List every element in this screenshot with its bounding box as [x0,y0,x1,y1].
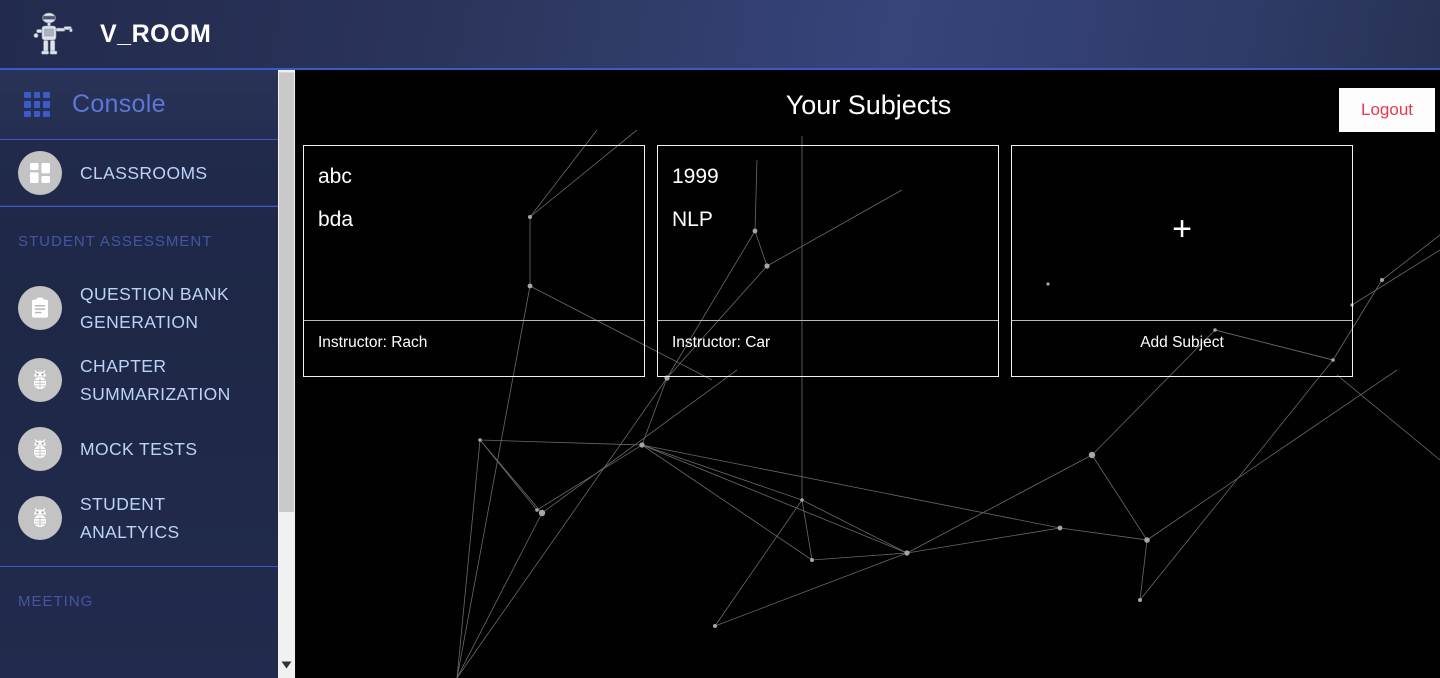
chevron-down-icon[interactable] [278,656,295,674]
sidebar-scrollbar[interactable] [278,70,296,678]
subject-card[interactable]: abc bda Instructor: Rach [303,145,645,377]
bug-robot-icon [18,496,62,540]
logout-button[interactable]: Logout [1339,88,1435,132]
grid-apps-icon [24,91,50,118]
sidebar-section-student-assessment: STUDENT ASSESSMENT [18,233,213,250]
subject-card[interactable]: 1999 NLP Instructor: Car [657,145,999,377]
console-label: Console [72,90,166,118]
subject-card-body: 1999 NLP [658,146,998,320]
sidebar-section-meeting: MEETING [18,593,94,610]
dashboard-quadrant-icon [18,150,62,195]
subject-card-footer: Instructor: Rach [304,320,644,376]
sidebar-item-student-analytics[interactable]: STUDENT ANALTYICS [0,482,278,554]
subject-card-grid: abc bda Instructor: Rach 1999 NLP Instru… [303,145,1353,377]
sidebar-item-label: QUESTION BANK GENERATION [80,284,230,332]
clipboard-icon [18,286,62,330]
instructor-label: Instructor: Rach [318,334,428,351]
plus-icon: + [1172,210,1192,248]
sidebar-scrollbar-thumb[interactable] [279,72,294,512]
sidebar-item-console[interactable]: Console [0,70,278,140]
sidebar-item-label: STUDENT ANALTYICS [80,494,180,542]
app-root: V_ROOM Console CLASSROOMS STUDENT ASSESS… [0,0,1440,678]
page-title: Your Subjects [785,90,952,120]
sidebar-item-classrooms[interactable]: CLASSROOMS [0,140,278,206]
main-header: Your Subjects Logout [297,70,1440,146]
sidebar-item-question-bank-generation[interactable]: QUESTION BANK GENERATION [0,272,278,344]
bug-robot-icon [18,358,62,402]
main-content: Your Subjects Logout abc bda Instructor:… [297,70,1440,678]
sidebar-item-label: CLASSROOMS [80,162,208,183]
add-subject-card-footer: Add Subject [1012,320,1352,376]
subject-name: NLP [672,208,713,231]
sidebar-item-label: CHAPTER SUMMARIZATION [80,356,231,404]
subject-card-body: abc bda [304,146,644,320]
bug-robot-icon [18,427,62,471]
brand-title: V_ROOM [100,19,212,48]
subject-name: bda [318,208,354,231]
subject-code: 1999 [672,165,719,188]
sidebar-item-chapter-summarization[interactable]: CHAPTER SUMMARIZATION [0,344,278,416]
instructor-label: Instructor: Car [672,334,771,351]
subject-code: abc [318,165,352,188]
subject-card-footer: Instructor: Car [658,320,998,376]
robot-icon [26,7,80,61]
add-subject-card-body: + [1012,146,1352,320]
add-subject-card[interactable]: + Add Subject [1011,145,1353,377]
sidebar-item-mock-tests[interactable]: MOCK TESTS [0,416,278,482]
add-subject-label: Add Subject [1140,334,1224,351]
sidebar-item-label: MOCK TESTS [80,439,198,459]
top-header: V_ROOM [0,0,1440,70]
sidebar: Console CLASSROOMS STUDENT ASSESSMENT QU… [0,70,278,678]
